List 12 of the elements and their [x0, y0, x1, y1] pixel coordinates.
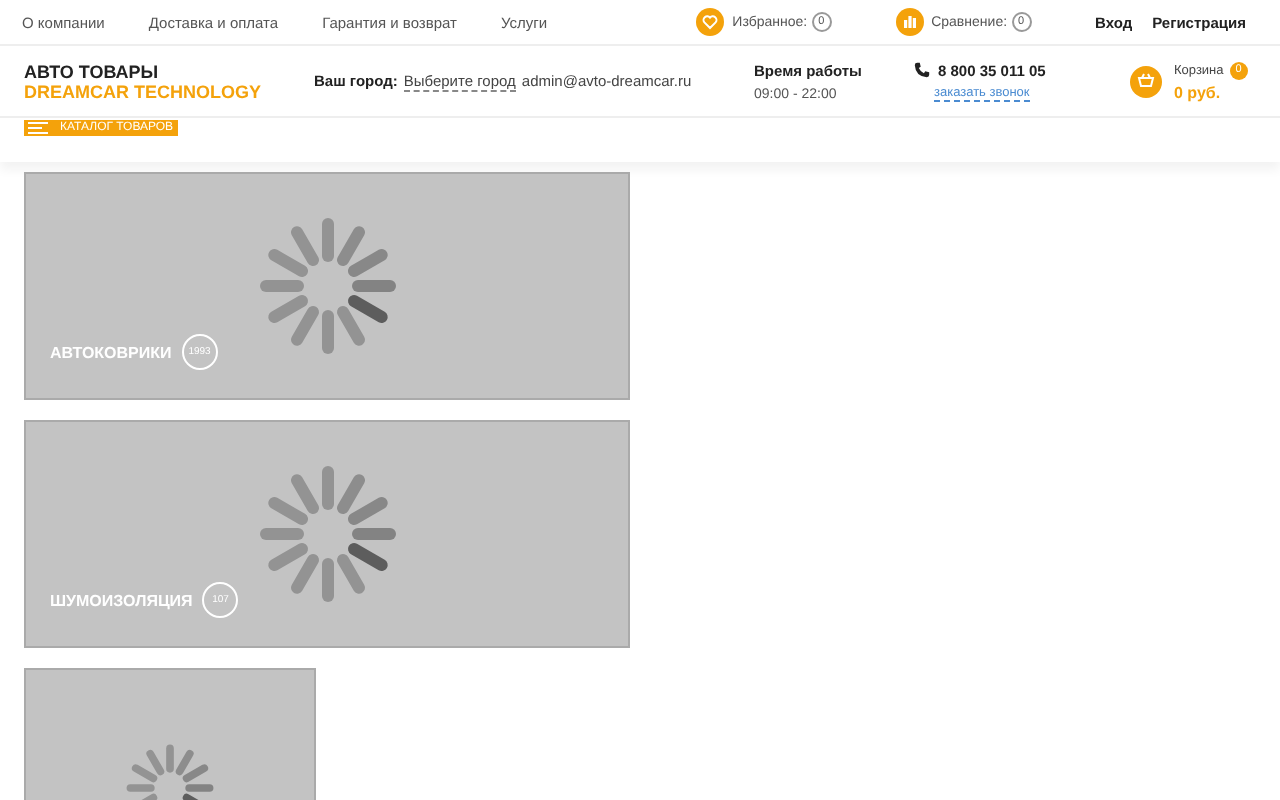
loading-spinner-icon [255, 214, 399, 358]
phone-icon [914, 62, 930, 78]
logo-title: АВТО ТОВАРЫ [24, 61, 161, 81]
basket-icon[interactable] [1130, 65, 1162, 97]
category-tile[interactable] [24, 668, 316, 800]
category-title: АВТОКОВРИКИ [50, 343, 172, 361]
loading-spinner-icon [255, 462, 399, 606]
bar-chart-icon [895, 8, 924, 36]
logo-subtitle: DREAMCAR TECHNOLOGY [24, 81, 263, 101]
category-title: ШУМОИЗОЛЯЦИЯ [50, 591, 193, 609]
menu-icon [28, 122, 48, 134]
cart-total: 0 руб. [1174, 83, 1223, 101]
